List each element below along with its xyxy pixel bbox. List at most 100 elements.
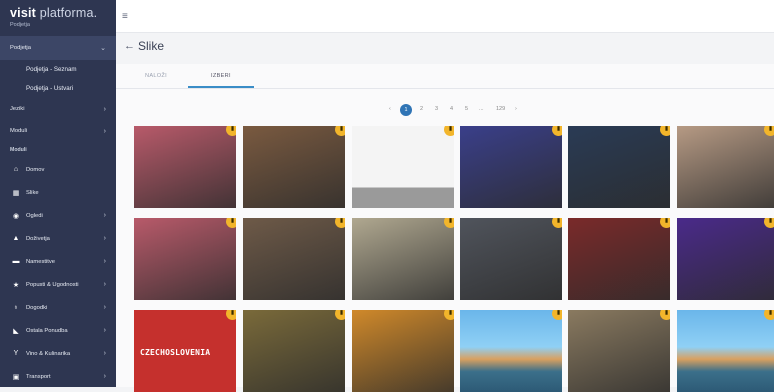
sidebar: visit platforma. Podjetja Podjetja ⌄ Pod…	[0, 0, 116, 387]
delete-image-icon[interactable]: ▮	[660, 310, 670, 320]
bed-icon: ▬	[12, 258, 20, 265]
sidebar-item-dogodki[interactable]: ♁ Dogodki ›	[0, 296, 116, 319]
gallery-image-tile[interactable]: ▮	[243, 310, 345, 392]
sidebar-item-domov[interactable]: ⌂ Domov	[0, 158, 116, 181]
gallery-image-tile[interactable]: ▮	[352, 218, 454, 300]
delete-image-icon[interactable]: ▮	[444, 126, 454, 136]
gallery-image-tile[interactable]: ▮	[460, 218, 562, 300]
delete-image-icon[interactable]: ▮	[764, 126, 774, 136]
gallery-image-tile[interactable]: ▮	[243, 126, 345, 208]
sidebar-item-slike[interactable]: ▦ Slike	[0, 181, 116, 204]
delete-image-icon[interactable]: ▮	[444, 218, 454, 228]
delete-image-icon[interactable]: ▮	[226, 126, 236, 136]
sidebar-item-popusti-ugodnosti[interactable]: ★ Popusti & Ugodnosti ›	[0, 273, 116, 296]
poster-text: CZECHOSLOVENIA	[140, 348, 211, 357]
delete-image-icon[interactable]: ▮	[660, 126, 670, 136]
sidebar-item-jeziki[interactable]: Jeziki ›	[0, 98, 116, 120]
pagination-page-current[interactable]: 1	[400, 104, 412, 116]
hamburger-menu-icon[interactable]: ≡	[122, 11, 128, 22]
tag-icon: ◣	[13, 327, 19, 335]
sidebar-item-moduli[interactable]: Moduli ›	[0, 120, 116, 142]
gallery-image-tile[interactable]: ▮	[134, 126, 236, 208]
chevron-down-icon: ⌄	[100, 45, 106, 52]
sidebar-item-label: Popusti & Ugodnosti	[26, 281, 79, 288]
sidebar-item-label: Slike	[26, 189, 39, 196]
chevron-right-icon: ›	[103, 350, 106, 357]
star-icon: ★	[12, 281, 20, 289]
gallery-image-tile[interactable]: ▮	[568, 218, 670, 300]
brand[interactable]: visit platforma. Podjetja	[0, 0, 116, 36]
image-icon: ▦	[12, 189, 20, 197]
gallery-image-tile[interactable]: ▮	[352, 126, 454, 208]
gallery-image-tile[interactable]: ▮	[243, 218, 345, 300]
pagination-next[interactable]: ›	[515, 106, 517, 112]
sidebar-item-podjetja[interactable]: Podjetja ⌄	[0, 36, 116, 60]
chevron-right-icon: ›	[103, 281, 106, 288]
sidebar-item-label: Dogodki	[26, 304, 48, 311]
chevron-right-icon: ›	[103, 327, 106, 334]
delete-image-icon[interactable]: ▮	[335, 218, 345, 228]
delete-image-icon[interactable]: ▮	[444, 310, 454, 320]
delete-image-icon[interactable]: ▮	[552, 310, 562, 320]
back-arrow-icon[interactable]: ←	[124, 40, 135, 52]
sidebar-item-label: Namestitve	[26, 258, 55, 265]
mountain-icon: ▲	[12, 235, 20, 242]
sidebar-item-podjetja-seznam[interactable]: Podjetja - Seznam	[0, 60, 116, 79]
tab-izberi[interactable]: IZBERI	[211, 73, 231, 79]
sidebar-item-label: Doživetja	[26, 235, 50, 242]
chevron-right-icon: ›	[103, 127, 106, 135]
sidebar-item-ostala-ponudba[interactable]: ◣ Ostala Ponudba ›	[0, 319, 116, 342]
sidebar-item-label: Domov	[26, 166, 45, 173]
gallery-image-tile[interactable]: ▮	[677, 310, 774, 392]
sidebar-item-ogledi[interactable]: ◉ Ogledi ›	[0, 204, 116, 227]
gallery-image-tile[interactable]: ▮	[677, 218, 774, 300]
gallery-image-tile[interactable]: ▮	[460, 126, 562, 208]
delete-image-icon[interactable]: ▮	[226, 310, 236, 320]
gallery-image-tile[interactable]: ▮	[568, 310, 670, 392]
pagination-page[interactable]: 3	[435, 106, 438, 112]
delete-image-icon[interactable]: ▮	[552, 218, 562, 228]
delete-image-icon[interactable]: ▮	[764, 218, 774, 228]
pagination-page[interactable]: 4	[450, 106, 453, 112]
tabs: NALOŽI IZBERI	[116, 64, 774, 89]
chevron-right-icon: ›	[103, 304, 106, 311]
chevron-right-icon: ›	[103, 373, 106, 380]
microphone-icon: ♁	[13, 304, 19, 311]
delete-image-icon[interactable]: ▮	[335, 126, 345, 136]
sidebar-item-label: Ogledi	[26, 212, 43, 219]
sidebar-item-vino-kulinarika[interactable]: Y Vino & Kulinarika ›	[0, 342, 116, 365]
delete-image-icon[interactable]: ▮	[660, 218, 670, 228]
delete-image-icon[interactable]: ▮	[335, 310, 345, 320]
pagination-page-last[interactable]: 129	[496, 106, 505, 112]
chevron-right-icon: ›	[103, 258, 106, 265]
gallery-image-tile[interactable]: ▮	[677, 126, 774, 208]
wine-icon: Y	[13, 350, 19, 357]
chevron-right-icon: ›	[103, 235, 106, 242]
delete-image-icon[interactable]: ▮	[764, 310, 774, 320]
sidebar-item-do-ivetja[interactable]: ▲ Doživetja ›	[0, 227, 116, 250]
gallery-image-tile[interactable]: ▮	[568, 126, 670, 208]
pagination-prev[interactable]: ‹	[389, 106, 391, 112]
page-title: Slike	[138, 39, 165, 53]
sidebar-item-label: Transport	[26, 373, 51, 380]
pagination-page[interactable]: 5	[465, 106, 468, 112]
sidebar-item-transport[interactable]: ▣ Transport ›	[0, 365, 116, 387]
compass-icon: ◉	[12, 212, 20, 220]
logo: visit platforma.	[10, 6, 98, 20]
gallery-image-tile[interactable]: CZECHOSLOVENIA ▮	[134, 310, 236, 392]
gallery-image-tile[interactable]: ▮	[134, 218, 236, 300]
gallery-image-tile[interactable]: ▮	[460, 310, 562, 392]
delete-image-icon[interactable]: ▮	[552, 126, 562, 136]
gallery-image-tile[interactable]: ▮	[352, 310, 454, 392]
section-label-moduli: Moduli	[10, 147, 27, 153]
pagination-page[interactable]: 2	[420, 106, 423, 112]
home-icon: ⌂	[13, 166, 19, 173]
tab-nalozi[interactable]: NALOŽI	[145, 73, 167, 79]
delete-image-icon[interactable]: ▮	[226, 218, 236, 228]
pagination: ‹ 1 2 3 4 5 ... 129 ›	[116, 104, 774, 116]
sidebar-item-podjetja-ustvari[interactable]: Podjetja - Ustvari	[0, 79, 116, 98]
sidebar-item-namestitve[interactable]: ▬ Namestitve ›	[0, 250, 116, 273]
pagination-ellipsis: ...	[479, 106, 484, 112]
active-tab-indicator	[188, 86, 254, 88]
content-card: NALOŽI IZBERI ‹ 1 2 3 4 5 ... 129 › ▮ ▮ ▮ ▮…	[116, 64, 774, 392]
